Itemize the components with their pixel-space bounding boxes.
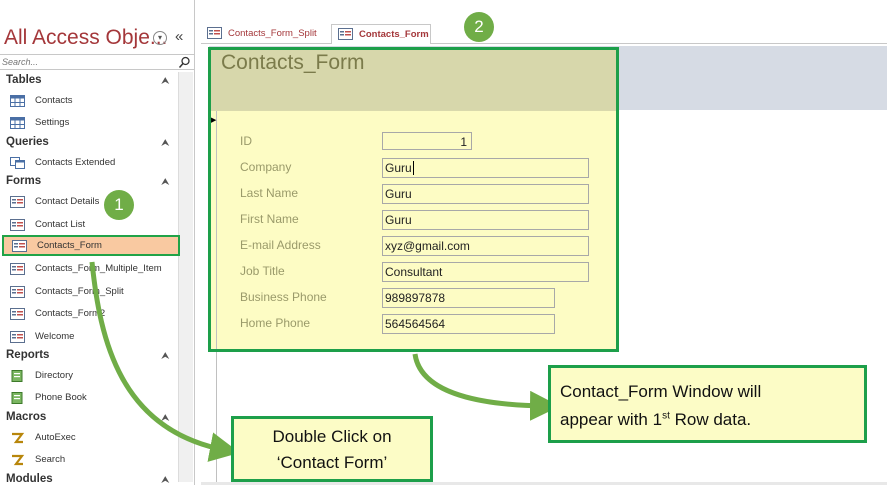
nav-item-label: Settings bbox=[35, 117, 70, 129]
collapse-group-icon[interactable]: ⮝ bbox=[161, 475, 170, 486]
nav-item-label: Phone Book bbox=[35, 392, 87, 404]
tab-label: Contacts_Form_Split bbox=[228, 28, 317, 39]
collapse-group-icon[interactable]: ⮝ bbox=[161, 138, 170, 149]
report-icon bbox=[10, 391, 24, 405]
nav-scrollbar[interactable] bbox=[178, 72, 193, 482]
nav-item-label: AutoExec bbox=[35, 431, 76, 443]
nav-item-search[interactable]: Search bbox=[0, 449, 178, 470]
nav-item-label: Contacts_Form bbox=[37, 240, 102, 251]
navigation-pane: All Access Obje... ▾ « Tables ⮝ Contacts Se… bbox=[0, 0, 195, 486]
collapse-group-icon[interactable]: ⮝ bbox=[161, 177, 170, 188]
step-1-badge: 1 bbox=[104, 190, 134, 220]
form-icon bbox=[10, 307, 25, 321]
nav-group-forms[interactable]: Forms bbox=[6, 175, 41, 187]
nav-group-reports[interactable]: Reports bbox=[6, 349, 49, 361]
tab-label: Contacts_Form bbox=[359, 29, 429, 40]
nav-item-label: Contacts_Form2 bbox=[35, 308, 106, 320]
nav-item-label: Contact List bbox=[35, 218, 86, 230]
form-icon bbox=[10, 285, 25, 298]
callout-text-line: appear with 1st Row data. bbox=[560, 410, 751, 430]
form-icon bbox=[10, 330, 25, 343]
form-icon bbox=[207, 27, 222, 39]
tab-contacts-form[interactable]: Contacts_Form bbox=[331, 24, 431, 44]
form-highlight-box bbox=[208, 47, 619, 352]
macro-icon bbox=[10, 431, 25, 443]
nav-group-modules[interactable]: Modules bbox=[6, 473, 53, 485]
nav-item-label: Contacts_Form_Multiple_Item bbox=[35, 263, 162, 275]
double-click-callout: Double Click on ‘Contact Form’ bbox=[231, 416, 433, 482]
step-2-badge: 2 bbox=[464, 12, 494, 42]
nav-item-directory[interactable]: Directory bbox=[0, 365, 178, 386]
callout-text-part: Row data. bbox=[669, 410, 752, 429]
nav-item-phone-book[interactable]: Phone Book bbox=[0, 387, 178, 408]
nav-item-contacts-form2[interactable]: Contacts_Form2 bbox=[0, 303, 178, 324]
callout-text-line: Contact_Form Window will bbox=[560, 382, 762, 401]
callout-text-line: Double Click on bbox=[272, 427, 392, 446]
nav-item-contacts[interactable]: Contacts bbox=[0, 90, 178, 111]
search-input[interactable] bbox=[2, 55, 172, 69]
nav-item-label: Contacts bbox=[35, 95, 73, 106]
form-icon bbox=[338, 28, 353, 40]
form-icon bbox=[10, 262, 25, 276]
tab-contacts-form-split[interactable]: Contacts_Form_Split bbox=[201, 24, 329, 44]
nav-item-autoexec[interactable]: AutoExec bbox=[0, 427, 178, 448]
nav-item-label: Contacts_Form_Split bbox=[35, 285, 124, 297]
collapse-group-icon[interactable]: ⮝ bbox=[161, 413, 170, 424]
nav-item-contacts-form-multiple-item[interactable]: Contacts_Form_Multiple_Item bbox=[0, 258, 178, 279]
nav-item-label: Search bbox=[35, 454, 66, 466]
query-icon bbox=[10, 156, 25, 169]
nav-item-label: Welcome bbox=[35, 330, 75, 342]
form-icon bbox=[12, 239, 27, 252]
nav-dropdown-icon[interactable]: ▾ bbox=[153, 31, 167, 45]
nav-item-welcome[interactable]: Welcome bbox=[0, 326, 178, 347]
collapse-pane-icon[interactable]: « bbox=[175, 28, 183, 45]
nav-group-macros[interactable]: Macros bbox=[6, 411, 46, 423]
form-icon bbox=[10, 195, 25, 209]
search-bar bbox=[0, 54, 194, 70]
table-icon bbox=[10, 116, 25, 130]
collapse-group-icon[interactable]: ⮝ bbox=[161, 76, 170, 87]
document-tabs: Contacts_Form_Split Contacts_Form bbox=[201, 20, 887, 44]
search-icon[interactable] bbox=[178, 56, 191, 69]
collapse-group-icon[interactable]: ⮝ bbox=[161, 351, 170, 362]
nav-item-settings[interactable]: Settings bbox=[0, 112, 178, 133]
macro-icon bbox=[10, 453, 25, 466]
nav-item-contacts-extended[interactable]: Contacts Extended bbox=[0, 152, 178, 173]
nav-group-tables[interactable]: Tables bbox=[6, 74, 42, 86]
nav-item-label: Contact Details bbox=[35, 196, 100, 208]
table-icon bbox=[10, 94, 25, 107]
nav-item-label: Directory bbox=[35, 370, 74, 381]
nav-item-contact-list[interactable]: Contact List bbox=[0, 214, 178, 235]
nav-item-contacts-form-split[interactable]: Contacts_Form_Split bbox=[0, 281, 178, 302]
callout-superscript: st bbox=[662, 410, 670, 422]
callout-text-part: appear with 1 bbox=[560, 410, 663, 429]
window-callout: Contact_Form Window will appear with 1st… bbox=[548, 365, 867, 443]
nav-pane-title[interactable]: All Access Obje... bbox=[4, 26, 167, 50]
nav-group-queries[interactable]: Queries bbox=[6, 136, 49, 148]
form-icon bbox=[10, 218, 25, 231]
nav-item-contact-details[interactable]: Contact Details bbox=[0, 191, 178, 212]
report-icon bbox=[10, 369, 24, 382]
nav-item-contacts-form[interactable]: Contacts_Form bbox=[2, 235, 180, 256]
callout-text-line: ‘Contact Form’ bbox=[276, 453, 388, 472]
nav-item-label: Contacts Extended bbox=[35, 156, 116, 168]
